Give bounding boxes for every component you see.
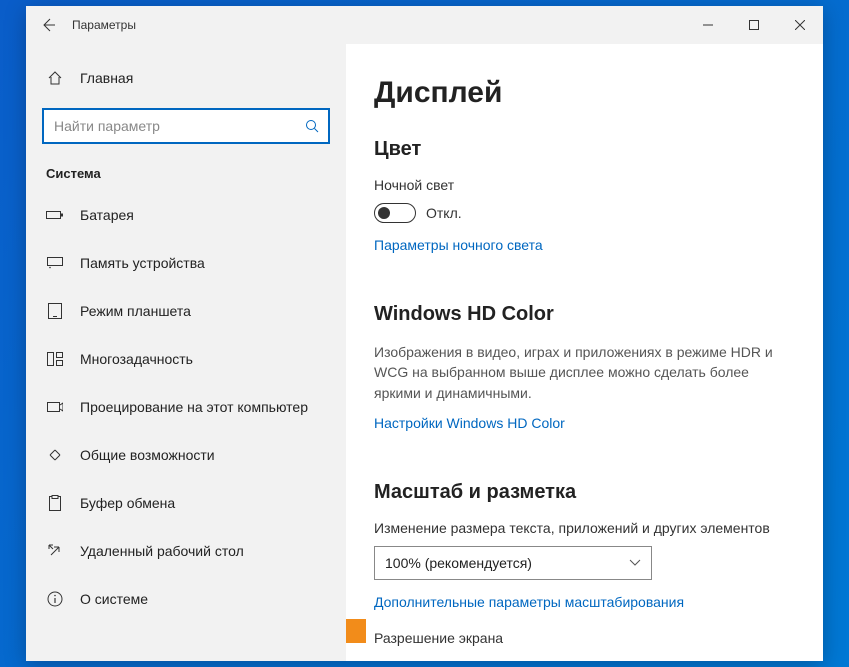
arrow-left-icon	[40, 17, 56, 33]
search-box[interactable]	[42, 108, 330, 144]
sidebar-item-remote[interactable]: Удаленный рабочий стол	[26, 527, 346, 575]
section-scale-heading: Масштаб и разметка	[374, 481, 795, 504]
nightlight-toggle[interactable]	[374, 203, 416, 223]
sidebar-section-heading: Система	[26, 158, 346, 191]
sidebar-item-label: Удаленный рабочий стол	[80, 543, 244, 559]
nightlight-toggle-state: Откл.	[426, 205, 462, 221]
section-hdcolor-heading: Windows HD Color	[374, 303, 795, 326]
sidebar-item-shared[interactable]: Общие возможности	[26, 431, 346, 479]
sidebar-item-label: Буфер обмена	[80, 495, 175, 511]
sidebar-item-about[interactable]: О системе	[26, 575, 346, 623]
window-title: Параметры	[72, 18, 136, 32]
sidebar-home[interactable]: Главная	[26, 58, 346, 98]
sidebar-item-label: О системе	[80, 591, 148, 607]
nightlight-label: Ночной свет	[374, 177, 795, 193]
window-body: Главная Система Батарея Память устро	[26, 44, 823, 661]
sidebar-item-label: Память устройства	[80, 255, 205, 271]
sidebar-item-storage[interactable]: Память устройства	[26, 239, 346, 287]
clipboard-icon	[46, 494, 64, 512]
page-title: Дисплей	[374, 76, 795, 110]
battery-icon	[46, 206, 64, 224]
scale-size-label: Изменение размера текста, приложений и д…	[374, 520, 795, 536]
minimize-button[interactable]	[685, 6, 731, 44]
sidebar: Главная Система Батарея Память устро	[26, 44, 346, 661]
content-area: Дисплей Цвет Ночной свет Откл. Параметры…	[346, 44, 823, 661]
remote-icon	[46, 542, 64, 560]
sidebar-item-label: Батарея	[80, 207, 134, 223]
maximize-button[interactable]	[731, 6, 777, 44]
sidebar-item-battery[interactable]: Батарея	[26, 191, 346, 239]
sidebar-home-label: Главная	[80, 70, 133, 86]
titlebar: Параметры	[26, 6, 823, 44]
sidebar-item-tablet[interactable]: Режим планшета	[26, 287, 346, 335]
project-icon	[46, 398, 64, 416]
scale-dropdown-value: 100% (рекомендуется)	[385, 555, 532, 571]
settings-window: Параметры Главная	[26, 6, 823, 661]
sidebar-item-label: Многозадачность	[80, 351, 193, 367]
shared-icon	[46, 446, 64, 464]
sidebar-item-project[interactable]: Проецирование на этот компьютер	[26, 383, 346, 431]
section-color-heading: Цвет	[374, 138, 795, 161]
nightlight-toggle-row: Откл.	[374, 203, 795, 223]
minimize-icon	[703, 20, 713, 30]
resolution-label: Разрешение экрана	[374, 630, 795, 646]
chevron-down-icon	[629, 559, 641, 567]
sidebar-item-label: Проецирование на этот компьютер	[80, 399, 308, 415]
info-icon	[46, 590, 64, 608]
sidebar-item-clipboard[interactable]: Буфер обмена	[26, 479, 346, 527]
callout-arrow-icon	[346, 601, 366, 661]
search-icon	[304, 118, 320, 134]
close-button[interactable]	[777, 6, 823, 44]
sidebar-item-label: Режим планшета	[80, 303, 191, 319]
close-icon	[795, 20, 805, 30]
back-button[interactable]	[26, 6, 70, 44]
nightlight-settings-link[interactable]: Параметры ночного света	[374, 237, 543, 253]
hdcolor-description: Изображения в видео, играх и приложениях…	[374, 342, 794, 403]
scale-advanced-link[interactable]: Дополнительные параметры масштабирования	[374, 594, 684, 610]
home-icon	[46, 69, 64, 87]
search-input[interactable]	[54, 118, 304, 134]
tablet-icon	[46, 302, 64, 320]
window-controls	[685, 6, 823, 44]
hdcolor-settings-link[interactable]: Настройки Windows HD Color	[374, 415, 565, 431]
sidebar-item-label: Общие возможности	[80, 447, 215, 463]
sidebar-item-multitask[interactable]: Многозадачность	[26, 335, 346, 383]
maximize-icon	[749, 20, 759, 30]
storage-icon	[46, 254, 64, 272]
multitask-icon	[46, 350, 64, 368]
scale-dropdown[interactable]: 100% (рекомендуется)	[374, 546, 652, 580]
